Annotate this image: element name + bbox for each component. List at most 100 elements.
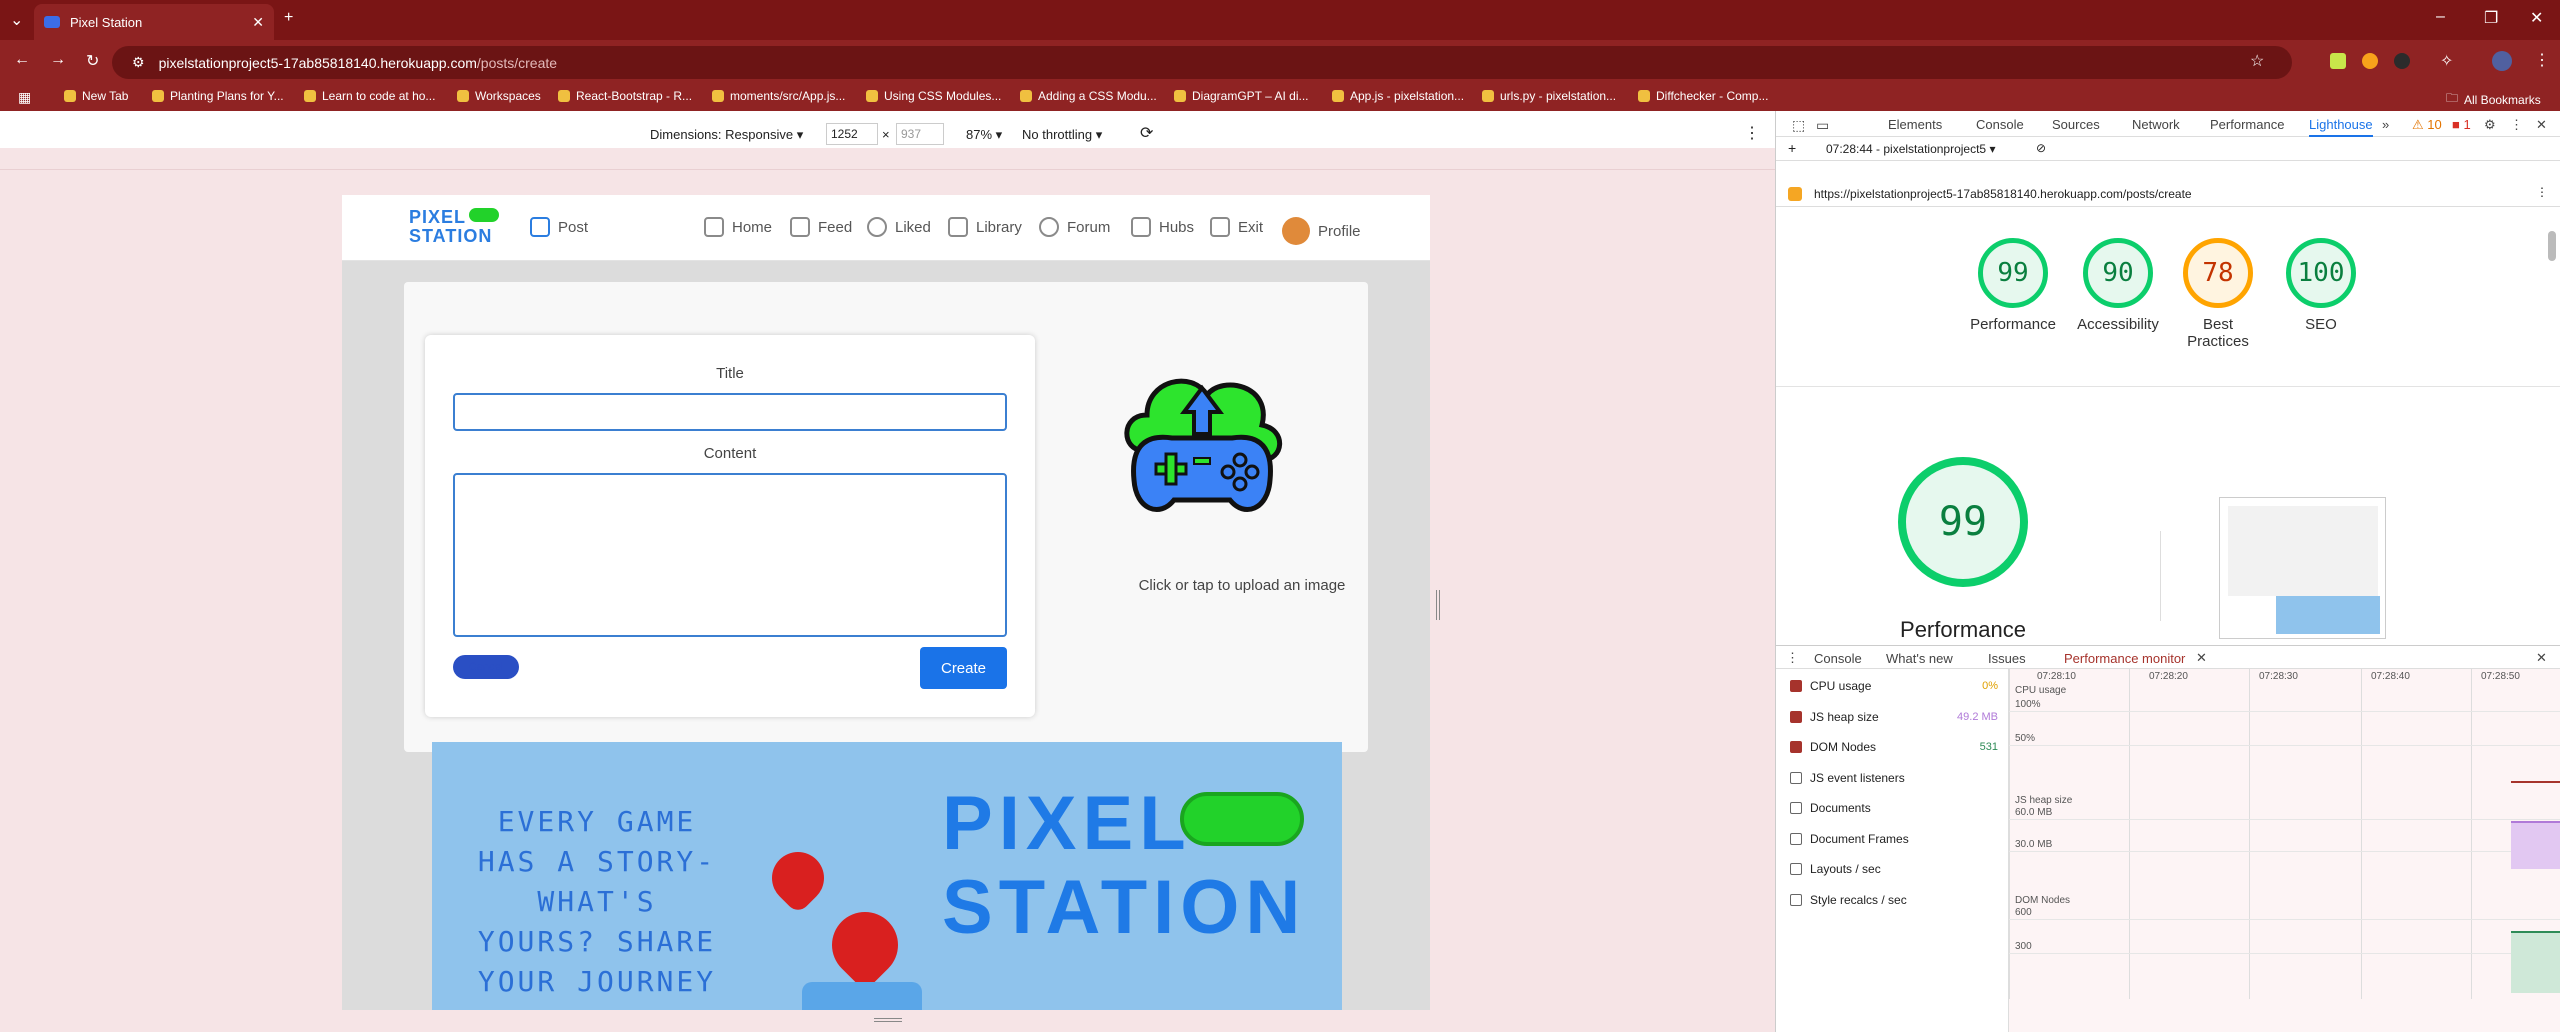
warnings-count[interactable]: ⚠ 10 xyxy=(2412,117,2442,133)
metric-toggle-dom-nodes[interactable]: DOM Nodes 531 xyxy=(1790,740,2002,754)
report-menu-icon[interactable]: ⋮ xyxy=(2536,185,2548,199)
inspect-icon[interactable]: ⬚ xyxy=(1792,117,1805,134)
drawer-tab-whats-new[interactable]: What's new xyxy=(1886,651,1953,666)
bookmark-item[interactable]: moments/src/App.js... xyxy=(712,89,845,103)
cancel-button[interactable]: Cancel xyxy=(453,655,519,679)
bookmark-item[interactable]: Learn to code at ho... xyxy=(304,89,435,103)
dimensions-select[interactable]: Dimensions: Responsive ▾ xyxy=(650,127,803,143)
metric-toggle-js-event-listeners[interactable]: JS event listeners xyxy=(1790,771,2002,785)
extensions-puzzle-icon[interactable]: ✧ xyxy=(2440,51,2453,71)
reload-icon[interactable]: ↻ xyxy=(86,51,99,71)
clear-icon[interactable]: ⊘ xyxy=(2036,141,2046,155)
device-toggle-icon[interactable]: ▭ xyxy=(1816,117,1829,134)
tab-lighthouse[interactable]: Lighthouse xyxy=(2309,117,2373,137)
score-best-practices[interactable]: 78 Best Practices xyxy=(2178,238,2258,350)
upload-image-icon[interactable] xyxy=(1112,360,1292,530)
close-window-icon[interactable]: ✕ xyxy=(2530,8,2543,28)
content-textarea[interactable] xyxy=(453,473,1007,637)
extension-icon[interactable] xyxy=(2394,53,2410,69)
tab-console[interactable]: Console xyxy=(1976,117,2024,132)
nav-liked[interactable]: Liked xyxy=(867,217,931,237)
scrollbar[interactable] xyxy=(2548,231,2556,261)
close-drawer-tab-icon[interactable]: ✕ xyxy=(2196,650,2207,666)
bookmark-item[interactable]: urls.py - pixelstation... xyxy=(1482,89,1616,103)
site-info-icon[interactable]: ⚙ xyxy=(132,54,145,71)
metric-checkbox[interactable] xyxy=(1790,710,1802,723)
metric-toggle-js-heap-size[interactable]: JS heap size 49.2 MB xyxy=(1790,710,2002,724)
metric-toggle-style-recalcs-sec[interactable]: Style recalcs / sec xyxy=(1790,893,2002,907)
device-options-icon[interactable]: ⋮ xyxy=(1744,123,1760,143)
page-screenshot-thumbnail[interactable] xyxy=(2219,497,2386,639)
browser-tab[interactable]: Pixel Station ✕ xyxy=(34,4,274,40)
back-icon[interactable]: ← xyxy=(14,51,30,69)
metric-checkbox[interactable] xyxy=(1790,832,1802,845)
height-input[interactable]: 937 xyxy=(896,123,944,145)
bookmark-item[interactable]: Workspaces xyxy=(457,89,541,103)
menu-kebab-icon[interactable]: ⋮ xyxy=(2534,50,2550,70)
tab-search-icon[interactable]: ⌄ xyxy=(10,10,23,30)
nav-exit[interactable]: Exit xyxy=(1210,217,1263,237)
drawer-tab-performance-monitor[interactable]: Performance monitor xyxy=(2064,651,2185,666)
devtools-menu-icon[interactable]: ⋮ xyxy=(2510,117,2523,133)
score-seo[interactable]: 100 SEO xyxy=(2276,238,2366,333)
metric-toggle-documents[interactable]: Documents xyxy=(1790,801,2002,815)
score-accessibility[interactable]: 90 Accessibility xyxy=(2068,238,2168,333)
drawer-tab-console[interactable]: Console xyxy=(1814,651,1862,666)
bookmark-item[interactable]: Planting Plans for Y... xyxy=(152,89,284,103)
metric-checkbox[interactable] xyxy=(1790,741,1802,753)
tab-elements[interactable]: Elements xyxy=(1888,117,1942,132)
bookmark-item[interactable]: Adding a CSS Modu... xyxy=(1020,89,1157,103)
metric-checkbox[interactable] xyxy=(1790,680,1802,692)
add-report-icon[interactable]: + xyxy=(1788,140,1796,156)
metric-checkbox[interactable] xyxy=(1790,802,1802,814)
all-bookmarks[interactable]: 🗀 All Bookmarks xyxy=(2446,89,2541,110)
bookmark-item[interactable]: React-Bootstrap - R... xyxy=(558,89,692,103)
tab-sources[interactable]: Sources xyxy=(2052,117,2100,132)
site-logo[interactable]: PIXEL STATION xyxy=(409,208,499,246)
metric-checkbox[interactable] xyxy=(1790,863,1802,875)
nav-home[interactable]: Home xyxy=(704,217,772,237)
width-input[interactable]: 1252 xyxy=(826,123,878,145)
bookmark-item[interactable]: Using CSS Modules... xyxy=(866,89,1001,103)
nav-feed[interactable]: Feed xyxy=(790,217,852,237)
metric-checkbox[interactable] xyxy=(1790,893,1802,906)
nav-profile[interactable]: Profile xyxy=(1282,217,1361,245)
metric-checkbox[interactable] xyxy=(1790,771,1802,784)
throttling-select[interactable]: No throttling ▾ xyxy=(1022,127,1102,143)
extension-icon[interactable] xyxy=(2362,53,2378,69)
restore-icon[interactable]: ❐ xyxy=(2484,8,2498,28)
bookmark-item[interactable]: Diffchecker - Comp... xyxy=(1638,89,1768,103)
metric-toggle-cpu-usage[interactable]: CPU usage 0% xyxy=(1790,679,2002,693)
nav-post[interactable]: Post xyxy=(530,217,588,237)
bookmark-item[interactable]: New Tab xyxy=(64,89,128,103)
extension-icon[interactable] xyxy=(2330,53,2346,69)
bookmark-item[interactable]: DiagramGPT – AI di... xyxy=(1174,89,1309,103)
metric-toggle-document-frames[interactable]: Document Frames xyxy=(1790,832,2002,846)
tab-network[interactable]: Network xyxy=(2132,117,2180,132)
more-tabs-icon[interactable]: » xyxy=(2382,117,2389,132)
tab-performance[interactable]: Performance xyxy=(2210,117,2284,132)
bookmark-star-icon[interactable]: ☆ xyxy=(2250,51,2264,71)
close-devtools-icon[interactable]: ✕ xyxy=(2536,117,2547,133)
zoom-select[interactable]: 87% ▾ xyxy=(966,127,1002,143)
resize-handle-right[interactable] xyxy=(1436,590,1440,620)
upload-hint[interactable]: Click or tap to upload an image xyxy=(1062,577,1422,594)
nav-forum[interactable]: Forum xyxy=(1039,217,1110,237)
nav-hubs[interactable]: Hubs xyxy=(1131,217,1194,237)
resize-handle-bottom[interactable] xyxy=(874,1018,902,1022)
apps-grid-icon[interactable]: ▦ xyxy=(18,89,31,106)
settings-gear-icon[interactable]: ⚙ xyxy=(2484,117,2496,133)
new-tab-icon[interactable]: + xyxy=(284,9,293,27)
nav-library[interactable]: Library xyxy=(948,217,1022,237)
score-performance[interactable]: 99 Performance xyxy=(1958,238,2068,333)
title-input[interactable] xyxy=(453,393,1007,431)
avatar[interactable] xyxy=(2492,51,2512,71)
report-url[interactable]: https://pixelstationproject5-17ab8581814… xyxy=(1814,187,2192,201)
url-bar[interactable]: ⚙ pixelstationproject5-17ab85818140.hero… xyxy=(112,46,2292,79)
drawer-tab-issues[interactable]: Issues xyxy=(1988,651,2026,666)
create-button[interactable]: Create xyxy=(920,647,1007,689)
drawer-menu-icon[interactable]: ⋮ xyxy=(1786,650,1799,666)
close-tab-icon[interactable]: ✕ xyxy=(252,14,264,31)
close-drawer-icon[interactable]: ✕ xyxy=(2536,650,2547,666)
rotate-icon[interactable]: ⟳ xyxy=(1140,123,1153,143)
